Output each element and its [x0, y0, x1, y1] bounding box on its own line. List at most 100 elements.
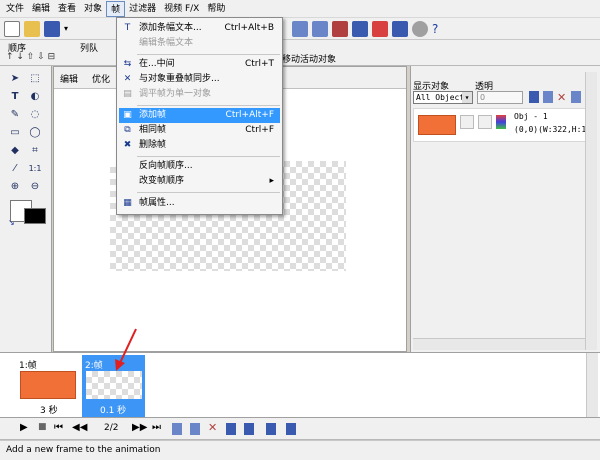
- browser-icon[interactable]: [412, 21, 428, 37]
- main-toolbar: ▾ ?: [0, 18, 600, 40]
- help-icon[interactable]: ?: [432, 21, 448, 37]
- preview-tool-icon[interactable]: [392, 21, 408, 37]
- menu-item-reverse-frames[interactable]: 反向帧顺序...: [119, 159, 280, 174]
- eraser-icon[interactable]: ▭: [8, 126, 22, 140]
- first-frame-icon[interactable]: ⏮: [54, 422, 63, 433]
- eyedropper-icon[interactable]: ⁄: [8, 162, 22, 176]
- menu-item-change-frame-order[interactable]: 改变帧顺序 ▸: [119, 174, 280, 189]
- object-coords: (0,0)(W:322,H:150: [514, 125, 588, 134]
- tab-optimize[interactable]: 优化: [92, 72, 110, 85]
- object-filter-select[interactable]: All Objects ▾: [413, 91, 473, 104]
- color-palette-icon: [496, 115, 506, 129]
- add-frame-icon: ▣: [123, 110, 132, 120]
- marquee-icon[interactable]: ⬚: [28, 72, 42, 86]
- swap-colors-icon[interactable]: ↘: [8, 218, 15, 227]
- last-frame-icon[interactable]: ⏭: [152, 422, 161, 433]
- object-list-row[interactable]: Obj - 1 (0,0)(W:322,H:150: [413, 108, 589, 142]
- menu-help[interactable]: 帮助: [203, 1, 229, 17]
- stop-icon[interactable]: ■: [38, 422, 47, 432]
- menu-item-add-banner-text[interactable]: T 添加条幅文本... Ctrl+Alt+B: [119, 21, 280, 36]
- move-active-object-label: 移动活动对象: [282, 55, 337, 65]
- menu-separator: [137, 192, 280, 193]
- frame-counter: 2/2: [104, 423, 119, 433]
- fill-icon[interactable]: ◆: [8, 144, 22, 158]
- frame-duration[interactable]: 3 秒: [40, 403, 58, 416]
- menu-item-sync-frames[interactable]: ✕ 与对象重叠帧同步...: [119, 72, 280, 87]
- delete-tool-icon[interactable]: [332, 21, 348, 37]
- tab-edit[interactable]: 编辑: [60, 72, 78, 85]
- status-bar: Add a new frame to the animation: [0, 440, 600, 460]
- visibility-checkbox[interactable]: [460, 115, 474, 129]
- frame-properties-icon: ▦: [123, 198, 132, 208]
- tool-palette: ➤ ⬚ T ◐ ✎ ◌ ▭ ◯ ◆ ⌗ ⁄ 1:1 ⊕ ⊖ ↘: [0, 66, 52, 352]
- foreground-color-swatch[interactable]: [24, 208, 46, 224]
- delete-object-icon[interactable]: ✕: [557, 91, 566, 104]
- sync-tool-icon[interactable]: [352, 21, 368, 37]
- next-frame-icon[interactable]: ▶▶: [132, 422, 147, 433]
- frame-properties-icon[interactable]: [286, 423, 296, 435]
- object-properties-icon[interactable]: [529, 91, 539, 103]
- menu-item-tween[interactable]: ⇆ 在...中间 Ctrl+T: [119, 57, 280, 72]
- object-toolbar: 顺序 列队 移动活动对象 ↑ ↓ ⇧ ⇩ ⊟: [0, 40, 600, 66]
- menu-object[interactable]: 对象: [80, 1, 106, 17]
- actual-size-icon[interactable]: 1:1: [28, 162, 42, 176]
- duplicate-object-icon[interactable]: [543, 91, 553, 103]
- play-icon[interactable]: ▶: [20, 422, 28, 433]
- object-name: Obj - 1: [514, 112, 548, 121]
- ellipse-select-icon[interactable]: ◯: [28, 126, 42, 140]
- panel-scrollbar[interactable]: [585, 72, 597, 350]
- text-tool-icon[interactable]: T: [8, 90, 22, 104]
- menu-video-fx[interactable]: 视频 F/X: [160, 1, 203, 17]
- move-up-icon[interactable]: [571, 91, 581, 103]
- list-label: 列队: [80, 44, 99, 54]
- delete-frame-icon[interactable]: ✕: [208, 421, 217, 434]
- transparency-spinner[interactable]: 0: [477, 91, 523, 104]
- frame-tool-icon[interactable]: [292, 21, 308, 37]
- frame-label: 2:帧: [85, 361, 103, 371]
- chevron-down-icon: ▾: [462, 92, 472, 103]
- lasso-icon[interactable]: ◌: [28, 108, 42, 122]
- menu-item-delete-frame[interactable]: ✖ 删除帧: [119, 138, 280, 153]
- select-arrow-icon[interactable]: ➤: [8, 72, 22, 86]
- frame-thumbnail[interactable]: 1:帧 3 秒: [16, 355, 79, 417]
- optimize-icon[interactable]: [266, 423, 276, 435]
- menu-item-edit-banner-text: 编辑条幅文本: [139, 38, 194, 48]
- crop-icon[interactable]: ⌗: [28, 144, 42, 158]
- add-frame-icon[interactable]: [172, 423, 182, 435]
- menu-item-duplicate-frame[interactable]: ⧉ 相同帧 Ctrl+F: [119, 123, 280, 138]
- object-manager-panel: 显示对象 透明 All Objects ▾ 0 ✕ Obj - 1 (0,0)(…: [410, 66, 600, 352]
- order-buttons[interactable]: ↑ ↓ ⇧ ⇩ ⊟: [6, 52, 55, 62]
- menu-view[interactable]: 查看: [54, 1, 80, 17]
- menu-separator: [137, 105, 280, 106]
- tween-icon: ⇆: [123, 59, 132, 69]
- menu-file[interactable]: 文件: [2, 1, 28, 17]
- menu-item-frame-properties[interactable]: ▦ 帧属性...: [119, 196, 280, 211]
- previous-frame-icon[interactable]: ◀◀: [72, 422, 87, 433]
- rotate-icon[interactable]: ◐: [28, 90, 42, 104]
- menu-item-add-frame[interactable]: ▣ 添加帧 Ctrl+Alt+F: [119, 108, 280, 123]
- zoom-in-icon[interactable]: ⊕: [8, 180, 22, 194]
- frame-preview: [20, 371, 76, 399]
- status-text: Add a new frame to the animation: [6, 445, 161, 455]
- frame-duration[interactable]: 0.1 秒: [100, 403, 126, 416]
- menu-separator: [137, 156, 280, 157]
- save-icon[interactable]: [44, 21, 60, 37]
- frame-preview: [86, 371, 142, 399]
- frames-scrollbar[interactable]: [586, 353, 598, 417]
- duplicate-frame-icon[interactable]: [190, 423, 200, 435]
- duplicate-tool-icon[interactable]: [312, 21, 328, 37]
- brush-icon[interactable]: ✎: [8, 108, 22, 122]
- lock-checkbox[interactable]: [478, 115, 492, 129]
- menu-frame[interactable]: 帧: [106, 0, 126, 17]
- banner-text-icon[interactable]: [244, 423, 254, 435]
- new-file-icon[interactable]: [4, 21, 20, 37]
- zoom-out-icon[interactable]: ⊖: [28, 180, 42, 194]
- effect-tool-icon[interactable]: [372, 21, 388, 37]
- duplicate-frame-icon: ⧉: [124, 125, 131, 135]
- open-folder-icon[interactable]: [24, 21, 40, 37]
- panel-h-scrollbar[interactable]: [413, 338, 585, 350]
- menu-filter[interactable]: 过滤器: [125, 1, 160, 17]
- tween-icon[interactable]: [226, 423, 236, 435]
- chevron-down-icon[interactable]: ▾: [64, 21, 72, 37]
- menu-edit[interactable]: 编辑: [28, 1, 54, 17]
